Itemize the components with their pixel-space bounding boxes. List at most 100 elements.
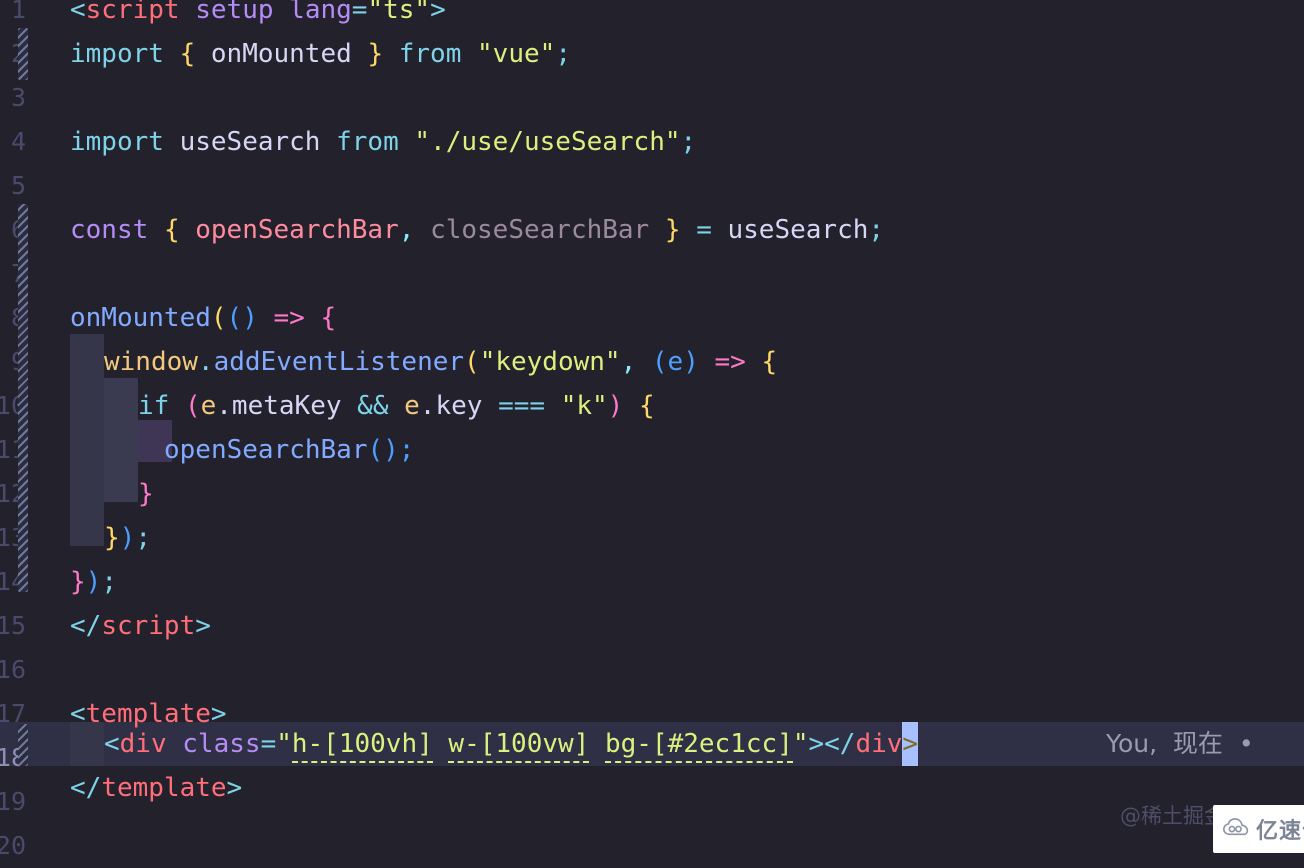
line-number: 4: [10, 127, 26, 156]
token-string: "ts": [367, 0, 431, 25]
tailwind-class-background: bg-[#2ec1cc]: [604, 729, 793, 763]
token-function: onMounted: [70, 303, 211, 333]
git-change-marker: [18, 28, 28, 80]
token-punct: ,: [398, 215, 415, 245]
token-brace: {: [638, 391, 655, 421]
code-line[interactable]: </script>: [60, 604, 1304, 648]
line-number: 1: [10, 0, 26, 24]
line-number: 14: [0, 567, 26, 596]
token-operator: &&: [357, 391, 389, 421]
token-punct: ,: [620, 347, 637, 377]
token-identifier: useSearch: [727, 215, 869, 245]
line-number: 5: [10, 171, 26, 200]
token-keyword: import: [70, 127, 164, 157]
token-keyword: from: [398, 39, 462, 69]
token-brace: {: [179, 39, 196, 69]
token-operator: =: [696, 215, 712, 245]
line-number: 11: [0, 435, 26, 464]
token-brace: {: [320, 303, 337, 333]
code-line[interactable]: window.addEventListener("keydown", (e) =…: [60, 340, 1304, 384]
code-editor[interactable]: 1 2 3 4 5 6 7 8 9 10 11 12 13 14 15 16 1…: [0, 0, 1304, 860]
line-number: 10: [0, 391, 26, 420]
token-brace: {: [761, 347, 778, 377]
token-punct: ;: [868, 215, 885, 245]
token-paren: (: [464, 347, 480, 377]
token-keyword: from: [336, 127, 399, 157]
line-number: 13: [0, 523, 26, 552]
token-string: "keydown": [479, 347, 621, 377]
token-property: .metaKey: [216, 391, 342, 421]
token-brace: }: [104, 523, 120, 553]
token-quote: ": [792, 729, 809, 759]
token-quote: ": [276, 729, 292, 759]
token-tag-name: script: [85, 0, 180, 25]
token-string: "vue": [477, 39, 556, 69]
token-string: "k": [560, 391, 608, 421]
token-keyword: if: [138, 391, 170, 421]
token-attr: class: [182, 729, 261, 759]
token-keyword: const: [70, 215, 149, 245]
tailwind-class-width: w-[100vw]: [448, 729, 590, 763]
token-keyword: import: [70, 39, 164, 69]
line-number: 2: [10, 39, 26, 68]
code-line[interactable]: import { onMounted } from "vue";: [60, 32, 1304, 76]
cloud-icon: [1223, 818, 1249, 840]
token-punct: </: [70, 611, 102, 641]
token-paren: ): [85, 567, 102, 597]
code-line[interactable]: openSearchBar();: [60, 428, 1304, 472]
git-change-marker: [18, 204, 28, 592]
token-tag-name: div: [855, 729, 903, 759]
line-number: 7: [10, 259, 26, 288]
token-arrow: =>: [714, 347, 746, 377]
token-brace: }: [70, 567, 86, 597]
git-blame-annotation[interactable]: You, 现在 •: [1106, 722, 1254, 766]
line-number: 19: [0, 787, 26, 816]
token-punct: ;: [135, 523, 151, 553]
token-object: e: [200, 391, 217, 421]
token-paren: (: [184, 391, 201, 421]
token-punct: </: [824, 729, 856, 759]
token-identifier: onMounted: [210, 39, 352, 69]
token-method: addEventListener: [213, 347, 465, 377]
line-number: 6: [10, 215, 26, 244]
token-punct: >: [808, 729, 825, 759]
token-arrow: =>: [273, 303, 305, 333]
text-cursor: >: [902, 722, 919, 766]
token-tag-name: div: [119, 729, 167, 759]
line-number: 9: [10, 347, 26, 376]
token-function: openSearchBar: [164, 435, 368, 465]
code-line[interactable]: import useSearch from "./use/useSearch";: [60, 120, 1304, 164]
token-punct: ;: [101, 567, 117, 597]
token-punct: </: [70, 773, 102, 803]
code-line[interactable]: if (e.metaKey && e.key === "k") {: [60, 384, 1304, 428]
token-identifier: useSearch: [179, 127, 321, 157]
code-line[interactable]: const { openSearchBar, closeSearchBar } …: [60, 208, 1304, 252]
token-brace: {: [163, 215, 180, 245]
token-punct: ;: [555, 39, 571, 69]
token-brace: }: [664, 215, 681, 245]
code-line[interactable]: onMounted(() => {: [60, 296, 1304, 340]
line-number: 12: [0, 479, 26, 508]
code-line[interactable]: <script setup lang="ts">: [60, 0, 1304, 32]
code-line[interactable]: });: [60, 516, 1304, 560]
code-line[interactable]: }: [60, 472, 1304, 516]
code-line[interactable]: });: [60, 560, 1304, 604]
token-tag-name: script: [101, 611, 196, 641]
token-paren: ();: [367, 435, 415, 465]
token-brace: }: [367, 39, 384, 69]
token-punct: <: [70, 0, 86, 25]
token-attr: setup: [195, 0, 274, 25]
provider-watermark-text: 亿速云: [1256, 819, 1304, 844]
line-number: 15: [0, 611, 26, 640]
token-punct: ;: [680, 127, 697, 157]
code-content[interactable]: <script setup lang="ts"> import { onMoun…: [60, 0, 1304, 846]
tailwind-class-height: h-[100vh]: [291, 729, 433, 763]
site-watermark: @稀土掘金: [1120, 804, 1225, 828]
token-attr: lang: [289, 0, 352, 25]
line-number: 20: [0, 831, 26, 860]
token-identifier: openSearchBar: [195, 215, 399, 245]
token-operator: =: [351, 0, 368, 25]
token-punct: >: [226, 773, 243, 803]
token-object: window: [104, 347, 198, 377]
code-line[interactable]: </template>: [60, 766, 1304, 810]
